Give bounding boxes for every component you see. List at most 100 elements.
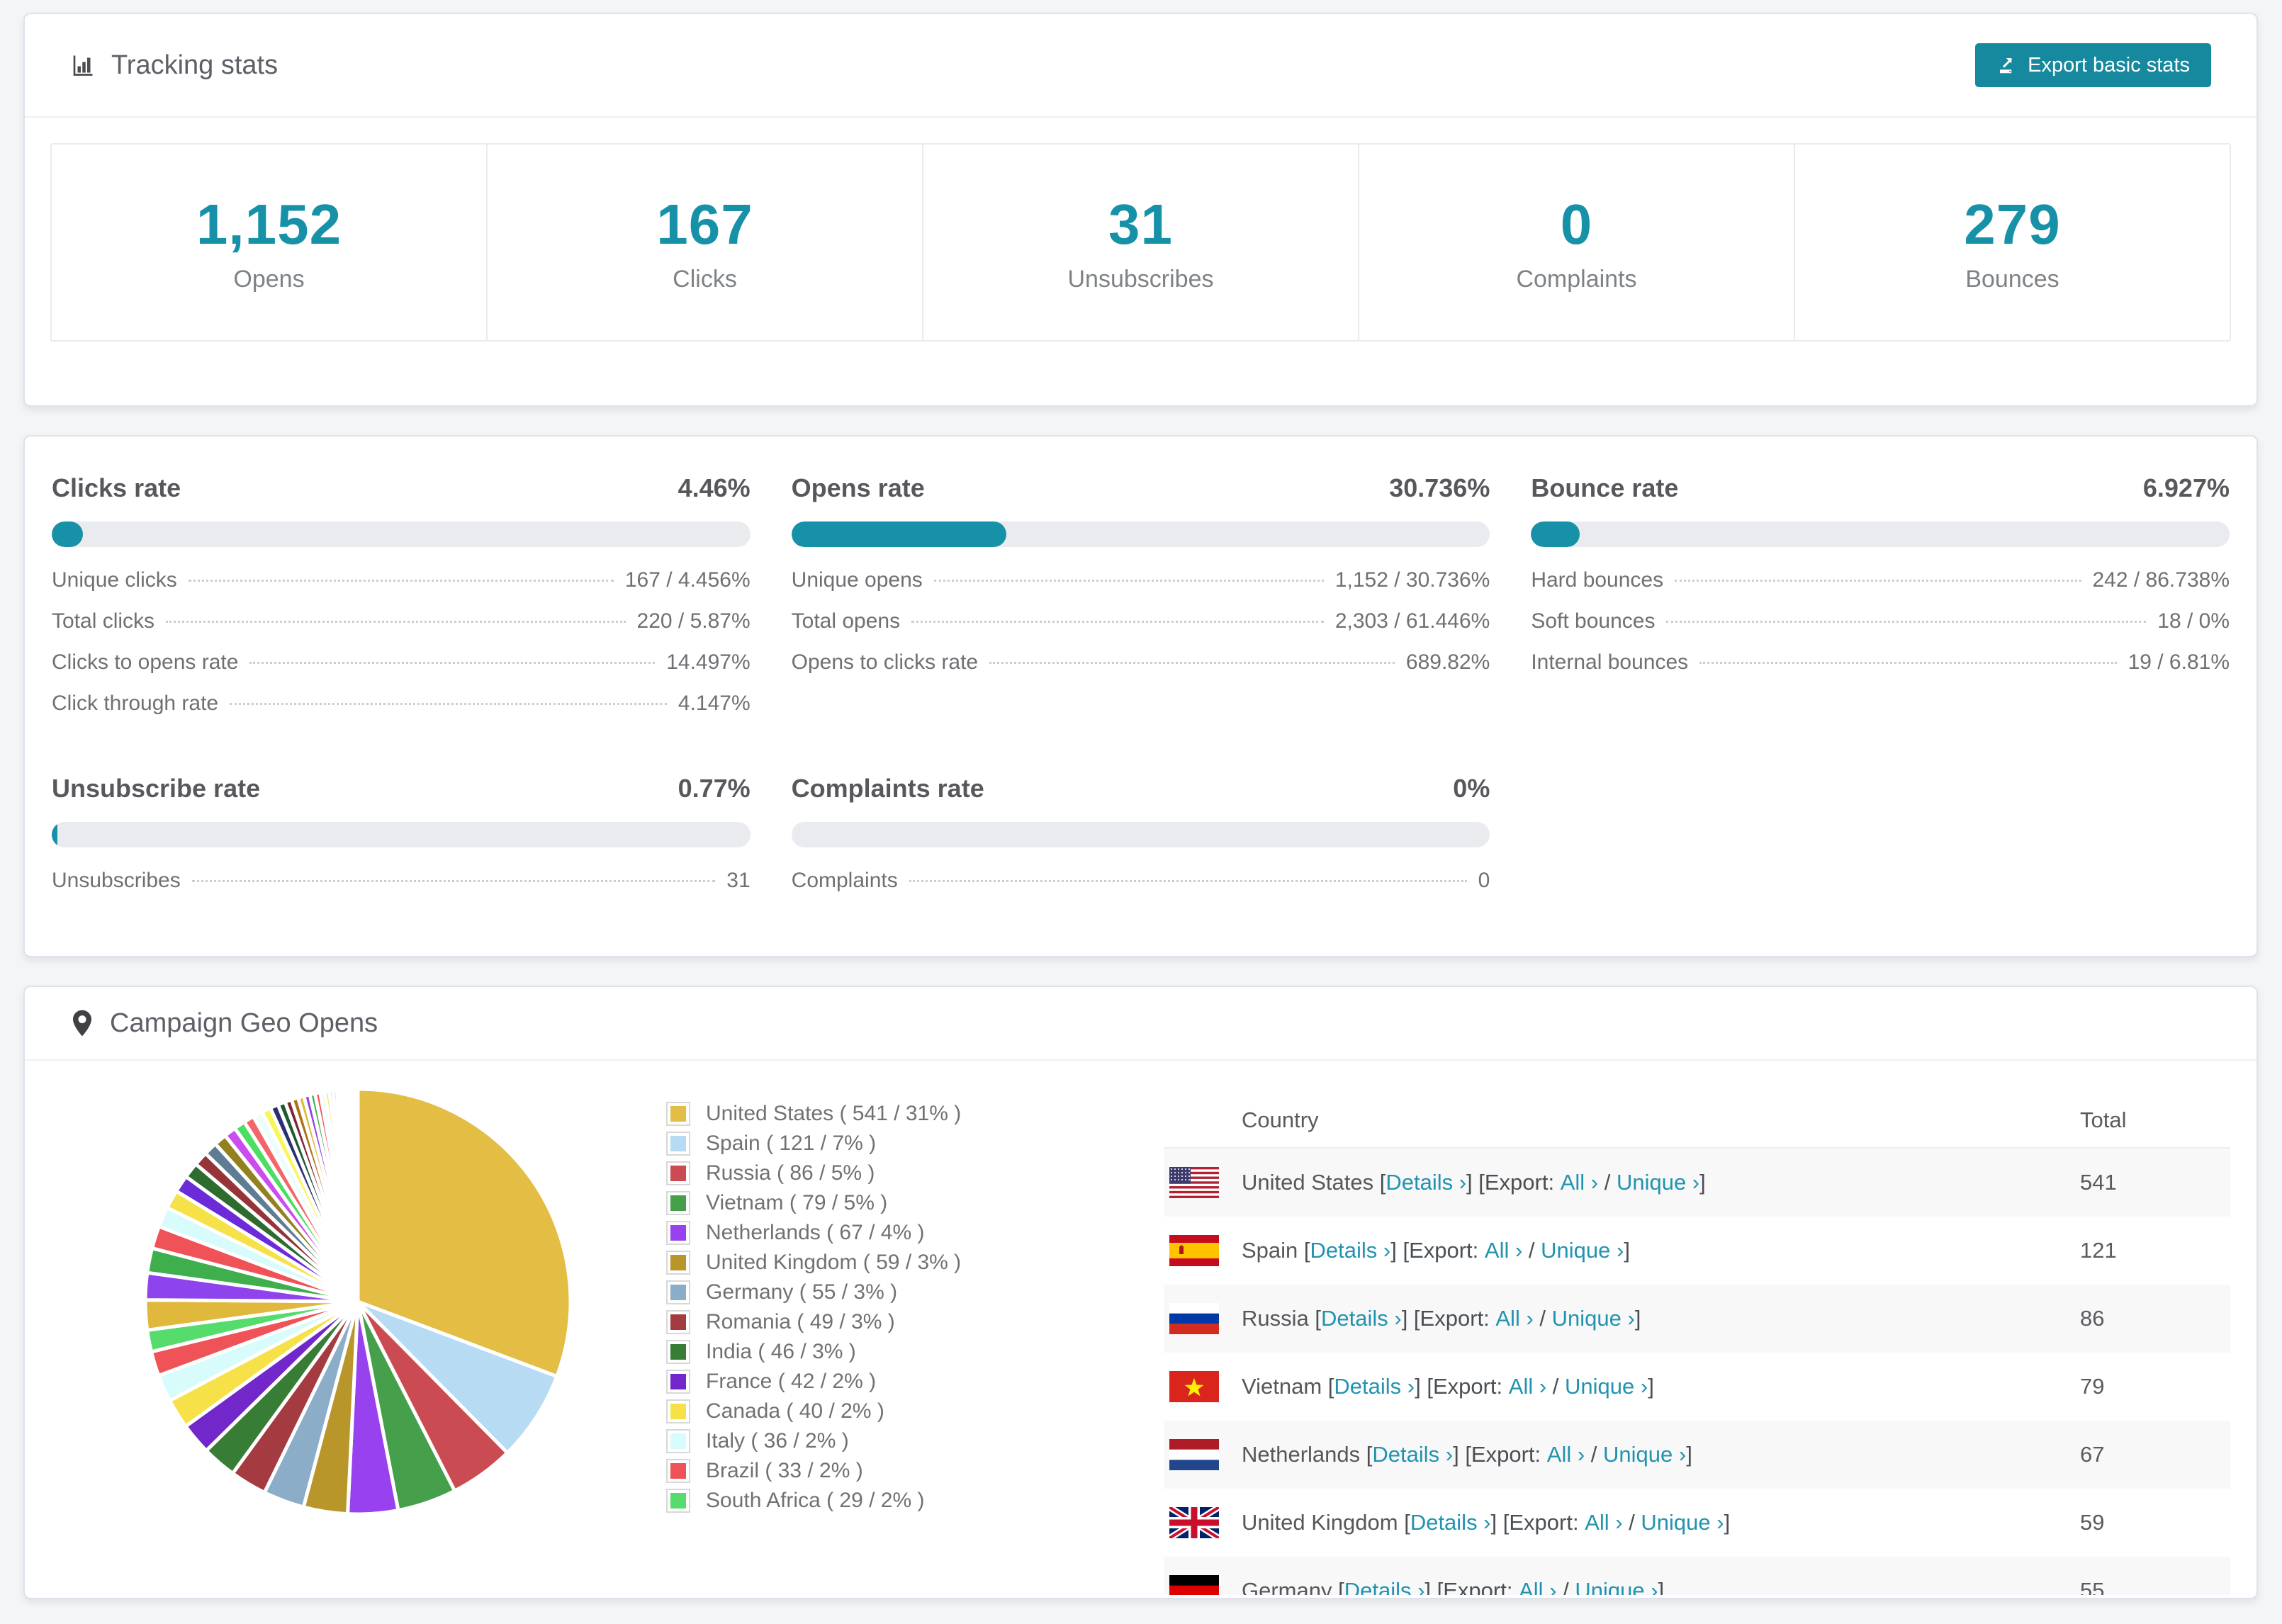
- export-all-link[interactable]: All ›: [1519, 1578, 1556, 1595]
- rate-value: 0.77%: [678, 774, 751, 803]
- rate-progress-bar: [791, 521, 1490, 547]
- export-unique-link[interactable]: Unique ›: [1575, 1578, 1658, 1595]
- country-name: Spain: [1242, 1238, 1298, 1263]
- geo-table-header: Country Total: [1164, 1093, 2230, 1149]
- export-unique-link[interactable]: Unique ›: [1603, 1442, 1686, 1467]
- stat-label: Opens: [233, 265, 305, 293]
- details-link[interactable]: Details ›: [1410, 1510, 1491, 1535]
- table-row: Russia [ Details › ] [Export: All › / Un…: [1164, 1285, 2230, 1353]
- geo-table: Country Total United States [ Details › …: [1164, 1093, 2230, 1595]
- rate-detail-value: 220 / 5.87%: [636, 609, 751, 633]
- rate-detail-value: 689.82%: [1405, 650, 1490, 674]
- slash: /: [1546, 1374, 1566, 1399]
- rate-detail-label: Clicks to opens rate: [52, 650, 239, 674]
- dotted-leader: [1675, 580, 2081, 582]
- legend-swatch: [666, 1340, 690, 1364]
- tracking-stats-header: Tracking stats Export basic stats: [25, 14, 2256, 118]
- stat-label: Bounces: [1965, 265, 2059, 293]
- rate-detail-label: Total clicks: [52, 609, 155, 633]
- legend-label: Netherlands ( 67 / 4% ): [706, 1221, 925, 1244]
- rate-progress-bar: [52, 822, 751, 847]
- details-link[interactable]: Details ›: [1372, 1442, 1453, 1467]
- export-all-link[interactable]: All ›: [1509, 1374, 1546, 1399]
- bracket-open: [: [1298, 1238, 1310, 1263]
- table-row: United States [ Details › ] [Export: All…: [1164, 1149, 2230, 1217]
- legend-item: Vietnam ( 79 / 5% ): [666, 1188, 961, 1218]
- export-unique-link[interactable]: Unique ›: [1641, 1510, 1724, 1535]
- legend-item: France ( 42 / 2% ): [666, 1367, 961, 1397]
- bracket-open: [: [1308, 1306, 1321, 1331]
- export-unique-link[interactable]: Unique ›: [1552, 1306, 1635, 1331]
- legend-swatch: [666, 1489, 690, 1513]
- legend-item: Germany ( 55 / 3% ): [666, 1278, 961, 1307]
- bracket-open: [: [1360, 1442, 1373, 1467]
- export-unique-link[interactable]: Unique ›: [1617, 1170, 1699, 1195]
- legend-swatch: [666, 1310, 690, 1334]
- bracket-close: ]: [1686, 1442, 1692, 1467]
- geo-table-body: United States [ Details › ] [Export: All…: [1164, 1149, 2230, 1595]
- export-all-link[interactable]: All ›: [1495, 1306, 1533, 1331]
- rate-section: Complaints rate 0% Complaints 0: [791, 774, 1490, 910]
- table-row: United Kingdom [ Details › ] [Export: Al…: [1164, 1489, 2230, 1557]
- bracket-open: [: [1373, 1170, 1386, 1195]
- bracket-mid: ] [Export:: [1415, 1374, 1509, 1399]
- legend-label: United States ( 541 / 31% ): [706, 1102, 962, 1125]
- column-header-total: Total: [2080, 1107, 2127, 1132]
- legend-item: South Africa ( 29 / 2% ): [666, 1486, 961, 1516]
- details-link[interactable]: Details ›: [1310, 1238, 1391, 1263]
- export-unique-link[interactable]: Unique ›: [1565, 1374, 1648, 1399]
- stat-box: 0 Complaints: [1358, 143, 1795, 342]
- rate-head: Opens rate 30.736%: [792, 473, 1490, 503]
- country-flag-icon: [1169, 1507, 1219, 1538]
- details-link[interactable]: Details ›: [1321, 1306, 1402, 1331]
- rate-detail-row: Hard bounces 242 / 86.738%: [1531, 568, 2230, 609]
- legend-label: South Africa ( 29 / 2% ): [706, 1489, 925, 1512]
- rate-detail-value: 0: [1478, 869, 1490, 892]
- rate-detail-label: Opens to clicks rate: [791, 650, 979, 674]
- stat-box: 1,152 Opens: [50, 143, 488, 342]
- stat-value: 1,152: [196, 192, 342, 256]
- bracket-close: ]: [1658, 1578, 1665, 1595]
- rate-head: Unsubscribe rate 0.77%: [52, 774, 751, 803]
- rate-detail-label: Unsubscribes: [52, 869, 181, 892]
- campaign-geo-opens-card: Campaign Geo Opens United States ( 541 /…: [23, 986, 2258, 1599]
- export-all-link[interactable]: All ›: [1485, 1238, 1522, 1263]
- stat-label: Complaints: [1516, 265, 1637, 293]
- export-all-link[interactable]: All ›: [1585, 1510, 1622, 1535]
- dotted-leader: [909, 880, 1467, 882]
- rate-detail-row: Unique opens 1,152 / 30.736%: [792, 568, 1490, 609]
- bracket-mid: ] [Export:: [1401, 1306, 1496, 1331]
- rate-detail-value: 18 / 0%: [2157, 609, 2230, 633]
- details-link[interactable]: Details ›: [1386, 1170, 1466, 1195]
- country-name: United States: [1242, 1170, 1374, 1195]
- rate-detail-row: Unsubscribes 31: [52, 869, 751, 910]
- map-pin-icon: [70, 1009, 94, 1037]
- slash: /: [1522, 1238, 1541, 1263]
- dotted-leader: [1699, 662, 2117, 664]
- rate-detail-label: Unique opens: [791, 568, 923, 592]
- details-link[interactable]: Details ›: [1334, 1374, 1415, 1399]
- rate-section: Unsubscribe rate 0.77% Unsubscribes 31: [52, 774, 751, 910]
- bracket-open: [: [1322, 1374, 1334, 1399]
- slash: /: [1533, 1306, 1552, 1331]
- export-all-link[interactable]: All ›: [1561, 1170, 1598, 1195]
- export-unique-link[interactable]: Unique ›: [1541, 1238, 1624, 1263]
- export-all-link[interactable]: All ›: [1547, 1442, 1585, 1467]
- details-link[interactable]: Details ›: [1344, 1578, 1425, 1595]
- tracking-stats-card: Tracking stats Export basic stats 1,152 …: [23, 13, 2258, 407]
- stat-label: Clicks: [673, 265, 737, 293]
- country-cell: Spain [ Details › ] [Export: All › / Uni…: [1164, 1235, 2080, 1266]
- legend-label: India ( 46 / 3% ): [706, 1340, 856, 1363]
- total-cell: 79: [2080, 1374, 2105, 1399]
- rate-progress-fill: [1531, 521, 1580, 547]
- legend-label: Italy ( 36 / 2% ): [706, 1429, 849, 1453]
- rate-detail-value: 4.147%: [678, 692, 751, 715]
- rate-progress-fill: [791, 521, 1006, 547]
- dotted-leader: [1666, 621, 2147, 623]
- bracket-close: ]: [1634, 1306, 1641, 1331]
- export-basic-stats-button[interactable]: Export basic stats: [1975, 43, 2211, 87]
- country-flag-icon: [1169, 1235, 1219, 1266]
- rate-detail-label: Total opens: [791, 609, 901, 633]
- rate-detail-row: Opens to clicks rate 689.82%: [792, 650, 1490, 692]
- legend-swatch: [666, 1459, 690, 1483]
